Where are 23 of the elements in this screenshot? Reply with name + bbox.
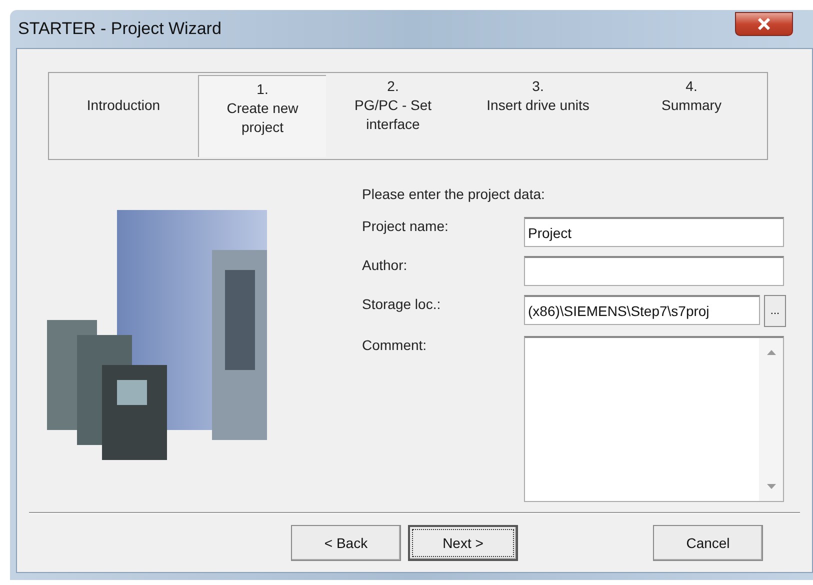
window-title: STARTER - Project Wizard (17, 19, 222, 39)
wizard-step[interactable]: 3. Insert drive units (460, 73, 616, 159)
close-icon[interactable] (757, 18, 771, 30)
browse-button[interactable]: ... (764, 295, 786, 327)
scroll-down-icon[interactable] (766, 484, 776, 489)
wizard-step[interactable]: Introduction (49, 73, 198, 159)
field-label: Project name: (362, 217, 450, 234)
field-label: Author: (362, 256, 408, 273)
comment-field[interactable] (524, 336, 784, 502)
scroll-up-icon[interactable] (766, 350, 776, 355)
wizard-step[interactable]: 2. PG/PC - Set interface (326, 73, 460, 159)
close-button[interactable] (735, 12, 793, 36)
wizard-step[interactable]: 1. Create new project (198, 75, 326, 157)
instruction-text: Please enter the project data: (362, 186, 546, 204)
next-button[interactable]: Next > (408, 525, 518, 561)
wizard-step[interactable]: 4. Summary (616, 73, 767, 159)
field-label: Storage loc.: (362, 295, 442, 312)
back-button[interactable]: < Back (291, 525, 401, 561)
field-label: Comment: (362, 336, 428, 353)
cancel-button[interactable]: Cancel (653, 525, 763, 561)
input-field[interactable]: Project (524, 217, 784, 247)
input-field[interactable]: (x86)\SIEMENS\Step7\s7proj (524, 295, 760, 325)
input-field[interactable] (524, 256, 784, 286)
